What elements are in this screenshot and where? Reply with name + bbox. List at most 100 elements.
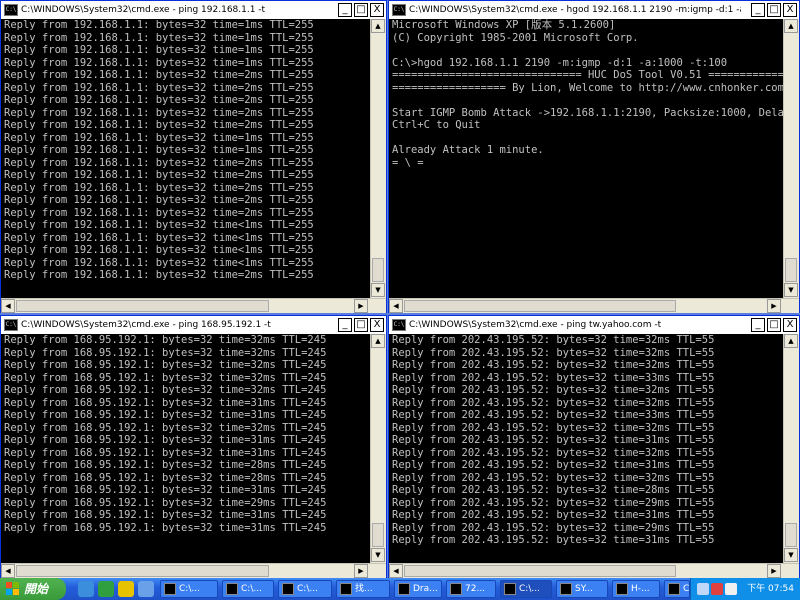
taskbar-button[interactable]: 找... [336,580,390,598]
folder-quicklaunch-icon[interactable] [118,581,134,597]
console-output[interactable]: Microsoft Windows XP [版本 5.1.2600] (C) Co… [389,19,783,298]
cmd-window-ping-hinet[interactable]: C:\ C:\WINDOWS\System32\cmd.exe - ping 16… [0,315,387,578]
console-output[interactable]: Reply from 192.168.1.1: bytes=32 time=1m… [1,19,370,298]
console-output[interactable]: Reply from 168.95.192.1: bytes=32 time=3… [1,334,370,563]
media-quicklaunch-icon[interactable] [98,581,114,597]
scroll-right-icon[interactable]: ▶ [354,299,368,313]
scroll-up-icon[interactable]: ▲ [371,334,385,348]
console-line: Reply from 192.168.1.1: bytes=32 time=2m… [4,169,314,181]
security-tray-icon[interactable] [711,583,723,595]
console-line: Reply from 192.168.1.1: bytes=32 time=2m… [4,94,314,106]
taskbar-button[interactable]: C:\... [278,580,332,598]
maximize-button[interactable]: □ [354,318,368,332]
scroll-up-icon[interactable]: ▲ [371,19,385,33]
console-icon[interactable]: C:\ [4,319,18,331]
console-line: Reply from 192.168.1.1: bytes=32 time=1m… [4,44,314,56]
title-bar[interactable]: C:\ C:\WINDOWS\System32\cmd.exe - ping tw… [389,316,799,334]
minimize-button[interactable]: _ [751,318,765,332]
scroll-thumb-horizontal[interactable] [404,565,676,577]
scroll-thumb-horizontal[interactable] [16,565,269,577]
scroll-thumb[interactable] [372,258,384,282]
vertical-scrollbar[interactable]: ▲ ▼ [783,334,799,563]
desktop-quicklaunch-icon[interactable] [138,581,154,597]
taskbar-button[interactable]: C:\... [222,580,274,598]
taskbar-button[interactable]: 72... [446,580,496,598]
scroll-down-icon[interactable]: ▼ [371,548,385,562]
scroll-thumb[interactable] [785,523,797,547]
taskbar-button[interactable]: C:\... [500,580,552,598]
window-title: C:\WINDOWS\System32\cmd.exe - ping 192.1… [21,5,266,15]
taskbar-button-label: C:\... [241,584,262,594]
console-line: Reply from 192.168.1.1: bytes=32 time=2m… [4,156,314,169]
horizontal-scrollbar[interactable]: ◀ ▶ [1,298,386,313]
horizontal-scrollbar[interactable]: ◀ ▶ [1,563,386,578]
console-output[interactable]: Reply from 202.43.195.52: bytes=32 time=… [389,334,783,563]
scroll-thumb[interactable] [372,523,384,547]
cmd-window-hgod-attack[interactable]: C:\ C:\WINDOWS\System32\cmd.exe - hgod 19… [388,0,800,313]
scroll-left-icon[interactable]: ◀ [1,564,15,578]
console-icon[interactable]: C:\ [4,4,18,16]
scroll-down-icon[interactable]: ▼ [371,283,385,297]
close-button[interactable]: X [370,3,384,17]
horizontal-scrollbar[interactable]: ◀ ▶ [389,298,799,313]
maximize-button[interactable]: □ [354,3,368,17]
scroll-left-icon[interactable]: ◀ [1,299,15,313]
console-icon[interactable]: C:\ [392,319,406,331]
scroll-right-icon[interactable]: ▶ [354,564,368,578]
maximize-button[interactable]: □ [767,3,781,17]
title-bar[interactable]: C:\ C:\WINDOWS\System32\cmd.exe - ping 19… [1,1,386,19]
console-line: Start IGMP Bomb Attack ->192.168.1.1:219… [392,106,783,119]
program-icon [398,583,410,595]
console-line: Ctrl+C to Quit [392,119,481,131]
ie-quicklaunch-icon[interactable] [78,581,94,597]
minimize-button[interactable]: _ [338,318,352,332]
console-line: Reply from 202.43.195.52: bytes=32 time=… [392,359,715,371]
scroll-left-icon[interactable]: ◀ [389,299,403,313]
close-button[interactable]: X [783,318,797,332]
scroll-up-icon[interactable]: ▲ [784,19,798,33]
minimize-button[interactable]: _ [751,3,765,17]
taskbar-button[interactable]: SY... [556,580,608,598]
taskbar-button-label: SY... [575,584,593,594]
taskbar-button[interactable]: C:\... [160,580,218,598]
maximize-button[interactable]: □ [767,318,781,332]
title-bar[interactable]: C:\ C:\WINDOWS\System32\cmd.exe - hgod 19… [389,1,799,19]
console-line: Reply from 202.43.195.52: bytes=32 time=… [392,396,715,409]
console-line: Reply from 192.168.1.1: bytes=32 time=2m… [4,119,314,131]
console-line: Already Attack 1 minute. [392,144,544,156]
title-bar[interactable]: C:\ C:\WINDOWS\System32\cmd.exe - ping 16… [1,316,386,334]
taskbar-button[interactable]: H-... [612,580,660,598]
scroll-up-icon[interactable]: ▲ [784,334,798,348]
scroll-down-icon[interactable]: ▼ [784,548,798,562]
start-button[interactable]: 開始 [0,578,66,600]
program-icon [504,583,516,595]
vertical-scrollbar[interactable]: ▲ ▼ [370,334,386,563]
minimize-button[interactable]: _ [338,3,352,17]
close-button[interactable]: X [370,318,384,332]
scroll-thumb[interactable] [785,258,797,282]
volume-tray-icon[interactable] [725,583,737,595]
vertical-scrollbar[interactable]: ▲ ▼ [783,19,799,298]
console-icon[interactable]: C:\ [392,4,406,16]
network-tray-icon[interactable] [697,583,709,595]
scroll-right-icon[interactable]: ▶ [767,299,781,313]
scroll-right-icon[interactable]: ▶ [767,564,781,578]
cmd-window-ping-router[interactable]: C:\ C:\WINDOWS\System32\cmd.exe - ping 19… [0,0,387,313]
close-button[interactable]: X [783,3,797,17]
scroll-thumb-horizontal[interactable] [404,300,676,312]
cmd-window-ping-yahoo[interactable]: C:\ C:\WINDOWS\System32\cmd.exe - ping tw… [388,315,800,578]
console-line: Reply from 202.43.195.52: bytes=32 time=… [392,521,715,534]
scroll-thumb-horizontal[interactable] [16,300,269,312]
taskbar-button[interactable]: Dra... [394,580,442,598]
vertical-scrollbar[interactable]: ▲ ▼ [370,19,386,298]
console-line: Reply from 192.168.1.1: bytes=32 time=1m… [4,144,314,156]
taskbar-button[interactable]: C: [664,580,690,598]
console-line: Reply from 192.168.1.1: bytes=32 time=2m… [4,194,314,206]
scroll-left-icon[interactable]: ◀ [389,564,403,578]
scroll-down-icon[interactable]: ▼ [784,283,798,297]
horizontal-scrollbar[interactable]: ◀ ▶ [389,563,799,578]
console-line: C:\>hgod 192.168.1.1 2190 -m:igmp -d:1 -… [392,56,728,69]
console-line: Reply from 168.95.192.1: bytes=32 time=2… [4,471,327,484]
